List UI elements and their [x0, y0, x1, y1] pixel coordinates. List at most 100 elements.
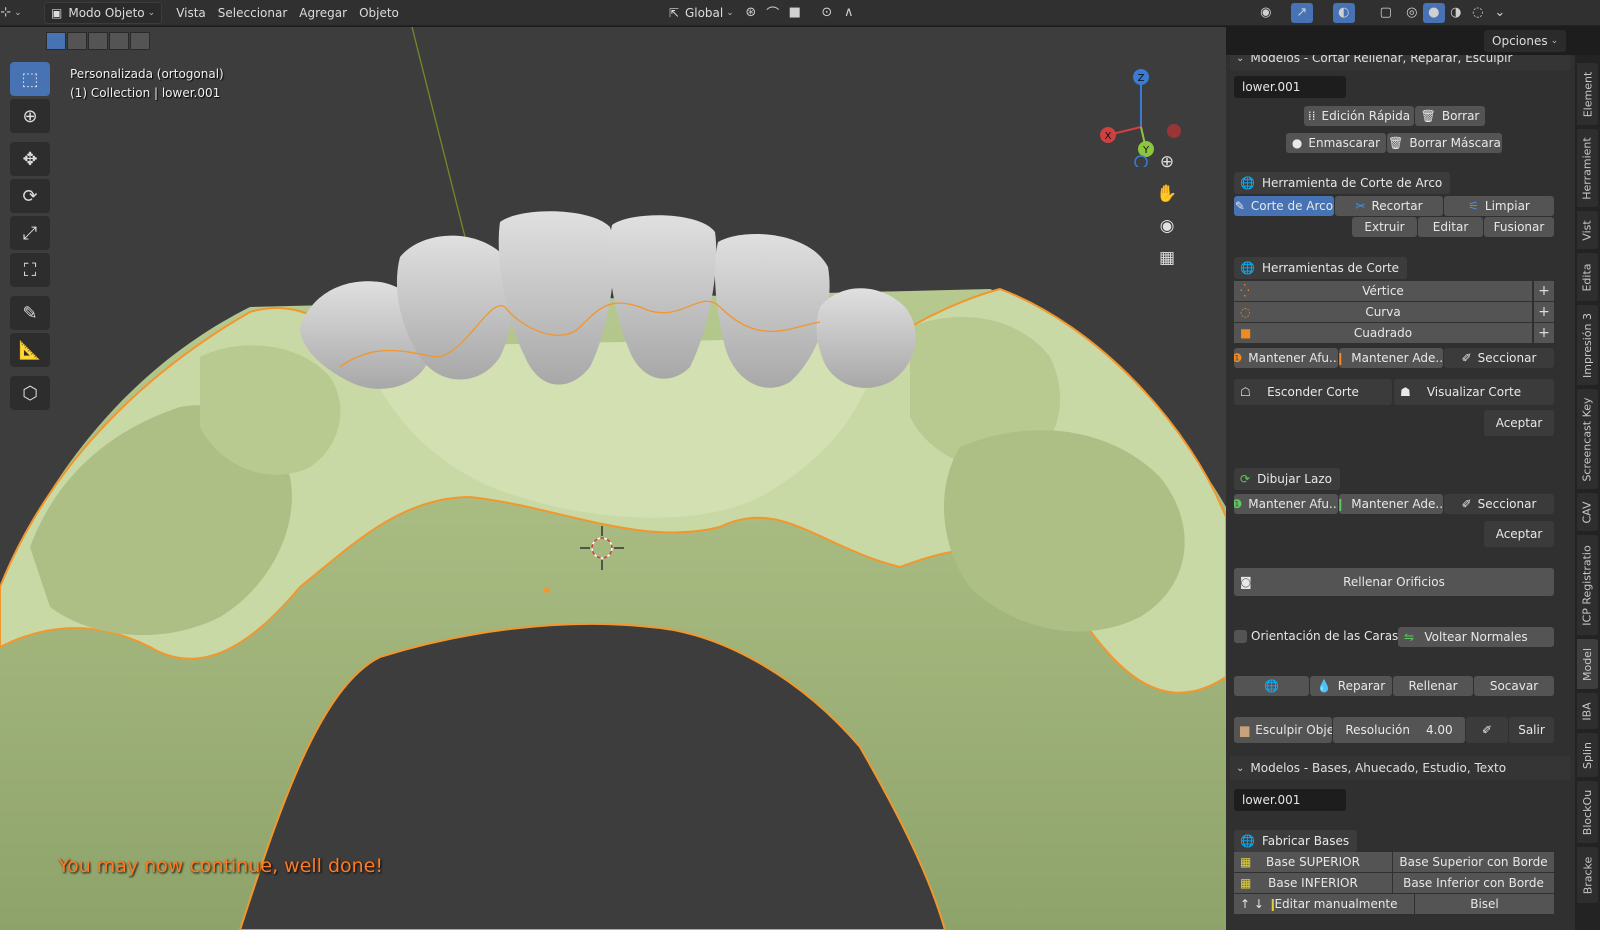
mantener-afuera-button[interactable]: ❶ Mantener Afu...: [1234, 348, 1338, 368]
shading-options-icon[interactable]: ⌄: [1489, 3, 1511, 23]
add-curva-button[interactable]: +: [1534, 302, 1554, 322]
panel-bases-header[interactable]: ⌄ Modelos - Bases, Ahuecado, Estudio, Te…: [1230, 756, 1570, 780]
transform-tool-icon[interactable]: ⛶: [10, 253, 50, 287]
corte-tools-header[interactable]: 🌐 Herramientas de Corte: [1234, 257, 1408, 279]
seccionar-button[interactable]: ✐ Seccionar: [1444, 348, 1554, 368]
tab-cav[interactable]: CAV: [1577, 493, 1598, 531]
editor-type-icon[interactable]: ⊹ ⌄: [0, 3, 22, 23]
lazo-mantener-adentro-button[interactable]: ❙ Mantener Ade...: [1339, 494, 1443, 514]
visualizar-corte-button[interactable]: ☗ Visualizar Corte: [1394, 379, 1554, 405]
tab-herramient[interactable]: Herramient: [1577, 129, 1598, 207]
borrar-button[interactable]: 🗑 Borrar: [1415, 106, 1485, 126]
socavar-button[interactable]: Socavar: [1474, 676, 1554, 696]
pivot-icon[interactable]: ⊛: [740, 3, 762, 23]
base-inferior-button[interactable]: ▦ Base INFERIOR: [1234, 873, 1392, 893]
bisel-button[interactable]: Bisel: [1415, 894, 1554, 914]
menu-agregar[interactable]: Agregar: [293, 2, 353, 24]
select-subtract-icon[interactable]: [88, 32, 108, 50]
arco-tool-header[interactable]: 🌐 Herramienta de Corte de Arco: [1234, 172, 1451, 194]
3d-viewport[interactable]: Personalizada (ortogonal) (1) Collection…: [0, 27, 1226, 930]
annotate-tool-icon[interactable]: ✎: [10, 296, 50, 330]
enmascarar-button[interactable]: ● Enmascarar: [1286, 133, 1386, 153]
extruir-button[interactable]: Extruir: [1352, 217, 1417, 237]
lazo-aceptar-button[interactable]: Aceptar: [1484, 521, 1554, 547]
orientation-select[interactable]: ⇱ Global ⌄: [663, 2, 740, 24]
lazo-mantener-afuera-button[interactable]: ❶ Mantener Afu...: [1234, 494, 1338, 514]
add-vertice-button[interactable]: +: [1534, 281, 1554, 301]
tab-icp[interactable]: ICP Registratio: [1577, 535, 1598, 635]
limpiar-button[interactable]: ⚟ Limpiar: [1444, 196, 1554, 216]
tab-blockou[interactable]: BlockOu: [1577, 781, 1598, 843]
rotate-tool-icon[interactable]: ⟳: [10, 179, 50, 213]
object-name-field-2[interactable]: lower.001: [1234, 789, 1346, 811]
aceptar-button[interactable]: Aceptar: [1484, 410, 1554, 436]
rellenar-orificios-button[interactable]: ◙ Rellenar Orificios: [1234, 568, 1554, 596]
editar-manual-button[interactable]: ↑ ↓ ❙ Editar manualmente: [1234, 894, 1414, 914]
voltear-normales-button[interactable]: ⇋ Voltear Normales: [1398, 627, 1554, 647]
dibujar-lazo-header[interactable]: ⟳ Dibujar Lazo: [1234, 468, 1340, 490]
camera-icon[interactable]: ◉: [1152, 211, 1182, 241]
move-tool-icon[interactable]: ✥: [10, 142, 50, 176]
rellenar-button[interactable]: Rellenar: [1393, 676, 1473, 696]
edicion-rapida-button[interactable]: ⁞⁞ Edición Rápida: [1304, 106, 1414, 126]
xray-icon[interactable]: ▢: [1375, 3, 1397, 23]
esculpir-objeto-button[interactable]: ▆ Esculpir Obje...: [1234, 717, 1332, 743]
curva-row[interactable]: ◌ Curva: [1234, 302, 1532, 322]
tab-element[interactable]: Element: [1577, 63, 1598, 125]
gizmo-toggle-icon[interactable]: ↗: [1290, 2, 1313, 23]
recortar-button[interactable]: ✂ Recortar: [1335, 196, 1443, 216]
material-shading-icon[interactable]: ◑: [1445, 3, 1467, 23]
visibility-icon[interactable]: ◉: [1255, 3, 1277, 23]
options-dropdown[interactable]: Opciones ⌄: [1484, 30, 1567, 52]
pan-hand-icon[interactable]: ✋: [1152, 179, 1182, 209]
measure-tool-icon[interactable]: 📐: [10, 333, 50, 367]
snap-target-icon[interactable]: ■: [784, 3, 806, 23]
mode-select[interactable]: ▣ Modo Objeto ⌄: [44, 1, 163, 24]
select-new-icon[interactable]: [46, 32, 66, 50]
zoom-icon[interactable]: ⊕: [1152, 147, 1182, 177]
borrar-mascara-button[interactable]: 🗑 Borrar Máscara: [1387, 133, 1502, 153]
proportional-edit-icon[interactable]: ⊙: [816, 3, 838, 23]
select-invert-icon[interactable]: [109, 32, 129, 50]
wireframe-shading-icon[interactable]: ◎: [1401, 3, 1423, 23]
snap-icon[interactable]: ⌒: [762, 3, 784, 23]
tab-impresion[interactable]: Impresión 3: [1577, 305, 1598, 385]
falloff-icon[interactable]: ∧: [838, 3, 860, 23]
tab-screencast[interactable]: Screencast Key: [1577, 389, 1598, 489]
tab-bracke[interactable]: Bracke: [1577, 847, 1598, 903]
scale-tool-icon[interactable]: ⤢: [10, 216, 50, 250]
tab-iba[interactable]: IBA: [1577, 693, 1598, 729]
cuadrado-row[interactable]: ■ Cuadrado: [1234, 323, 1532, 343]
select-box-tool-icon[interactable]: ⬚: [10, 62, 50, 96]
add-cuadrado-button[interactable]: +: [1534, 323, 1554, 343]
overlay-toggle-icon[interactable]: ◐: [1332, 2, 1355, 23]
add-cube-tool-icon[interactable]: ⬡: [10, 376, 50, 410]
tab-vist[interactable]: Vist: [1577, 211, 1598, 249]
base-inferior-borde-button[interactable]: Base Inferior con Borde: [1393, 873, 1554, 893]
vertice-row[interactable]: ⁛ Vértice: [1234, 281, 1532, 301]
base-superior-button[interactable]: ▦ Base SUPERIOR: [1234, 852, 1392, 872]
tab-splin[interactable]: Splin: [1577, 733, 1598, 777]
tab-edita[interactable]: Edita: [1577, 253, 1598, 301]
reparar-globe-button[interactable]: 🌐: [1234, 676, 1309, 696]
lazo-seccionar-button[interactable]: ✐ Seccionar: [1444, 494, 1554, 514]
menu-seleccionar[interactable]: Seleccionar: [212, 2, 293, 24]
orientacion-checkbox[interactable]: [1234, 630, 1247, 643]
cursor-tool-icon[interactable]: ⊕: [10, 99, 50, 133]
menu-objeto[interactable]: Objeto: [353, 2, 405, 24]
rendered-shading-icon[interactable]: ◌: [1467, 3, 1489, 23]
tab-model[interactable]: Model: [1577, 639, 1598, 689]
fabricar-bases-header[interactable]: 🌐 Fabricar Bases: [1234, 830, 1358, 852]
corte-arco-button[interactable]: ✎ Corte de Arco: [1234, 196, 1334, 216]
eyedropper-button[interactable]: ✐: [1466, 717, 1508, 743]
select-extend-icon[interactable]: [67, 32, 87, 50]
base-superior-borde-button[interactable]: Base Superior con Borde: [1393, 852, 1554, 872]
object-name-field[interactable]: lower.001: [1234, 76, 1346, 98]
fusionar-button[interactable]: Fusionar: [1484, 217, 1554, 237]
panel-cortar-header[interactable]: ⌄ Modelos - Cortar Rellenar, Reparar, Es…: [1230, 55, 1570, 70]
mantener-adentro-button[interactable]: ❙ Mantener Ade...: [1339, 348, 1443, 368]
resolucion-field[interactable]: Resolución 4.00: [1333, 717, 1465, 743]
reparar-button[interactable]: 💧 Reparar: [1310, 676, 1392, 696]
esconder-corte-button[interactable]: ☖ Esconder Corte: [1234, 379, 1392, 405]
grid-icon[interactable]: ▦: [1152, 243, 1182, 273]
